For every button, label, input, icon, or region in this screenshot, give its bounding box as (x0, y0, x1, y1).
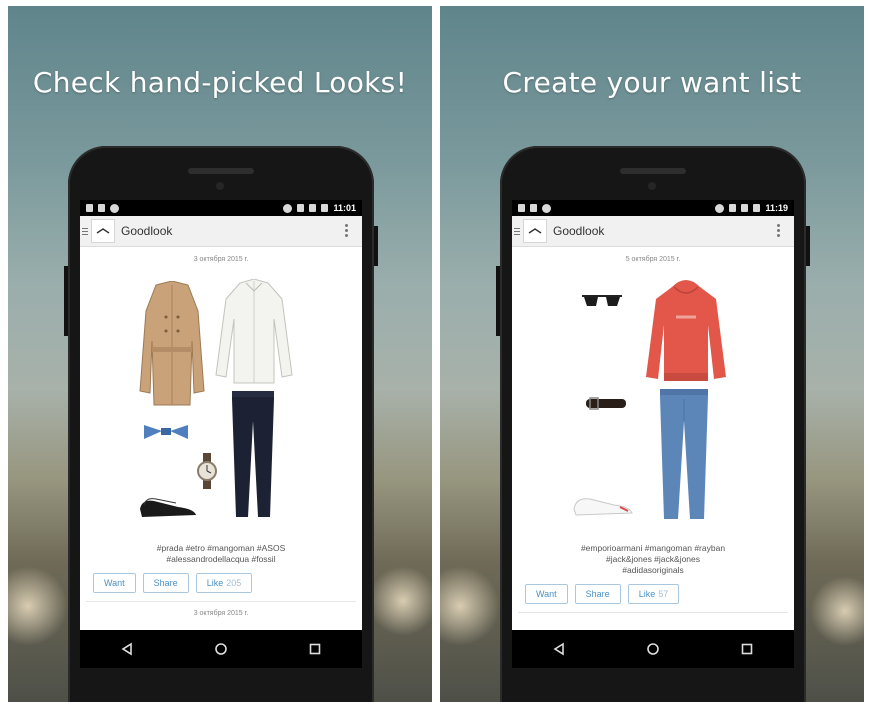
bow-tie-image (144, 425, 188, 439)
white-sneakers-image (573, 498, 633, 516)
phone-speaker (188, 168, 254, 174)
blue-jeans-image (660, 389, 708, 519)
phone-side-button (374, 226, 378, 266)
app-logo-icon[interactable] (91, 219, 115, 243)
dnd-icon (283, 203, 293, 213)
app-title: Goodlook (121, 224, 173, 238)
look-tags: #emporioarmani #mangoman #rayban #jack&j… (512, 543, 794, 576)
feed-divider (518, 612, 788, 613)
post-date: 5 октября 2015 г. (625, 256, 681, 263)
post-date: 3 октября 2015 г. (193, 256, 249, 263)
tags-line[interactable]: #emporioarmani #mangoman #rayban (524, 543, 782, 554)
sunglasses-image (582, 295, 622, 306)
phone-side-button (64, 266, 68, 336)
tags-line[interactable]: #adidasoriginals (524, 565, 782, 576)
app-title: Goodlook (553, 224, 605, 238)
share-button[interactable]: Share (574, 584, 621, 604)
overflow-menu-icon[interactable] (345, 224, 348, 237)
phone-frame: 11:19 Goodlook 5 октября 2015 г. #empori… (496, 146, 810, 702)
phone-screen: 11:01 Goodlook 3 октября 2015 г. #prada … (80, 200, 362, 630)
trench-coat-image (139, 281, 205, 406)
phone-camera (216, 182, 224, 190)
wifi-icon (297, 204, 305, 212)
wifi-icon (729, 204, 737, 212)
phone-notification-icon (98, 204, 105, 212)
drawer-menu-icon[interactable] (514, 227, 520, 235)
phone-screen: 11:19 Goodlook 5 октября 2015 г. #empori… (512, 200, 794, 630)
feed-divider (86, 601, 356, 602)
app-logo-icon[interactable] (523, 219, 547, 243)
like-button[interactable]: Like 205 (195, 573, 253, 593)
status-bar: 11:19 (512, 200, 794, 216)
tags-line[interactable]: #jack&jones #jack&jones (524, 554, 782, 565)
dnd-icon (715, 203, 725, 213)
tags-line[interactable]: #prada #etro #mangoman #ASOS (92, 543, 350, 554)
wrist-watch-image (197, 453, 217, 489)
bokeh-light (368, 566, 432, 636)
like-count: 205 (226, 578, 242, 588)
phone-frame: 11:01 Goodlook 3 октября 2015 г. #prada … (64, 146, 378, 702)
app-bar: Goodlook (512, 216, 794, 247)
like-count: 57 (658, 589, 669, 599)
triangle-back-icon[interactable] (120, 642, 134, 656)
circle-home-icon[interactable] (214, 642, 228, 656)
image-notification-icon (86, 204, 93, 212)
status-time: 11:01 (333, 203, 356, 213)
promo-panel-wantlist: Create your want list 11:19 Goodlook 5 о… (440, 6, 864, 702)
battery-icon (321, 204, 329, 212)
overflow-menu-icon[interactable] (777, 224, 780, 237)
drawer-menu-icon[interactable] (82, 227, 88, 235)
app-notification-icon (110, 203, 119, 213)
phone-notification-icon (530, 204, 537, 212)
tags-line[interactable]: #alessandrodellacqua #fossil (92, 554, 350, 565)
status-bar: 11:01 (80, 200, 362, 216)
like-button[interactable]: Like 57 (627, 584, 680, 604)
want-button[interactable]: Want (93, 573, 136, 593)
circle-home-icon[interactable] (646, 642, 660, 656)
panel-headline: Create your want list (502, 66, 802, 99)
phone-side-button (496, 266, 500, 336)
triangle-back-icon[interactable] (552, 642, 566, 656)
share-button[interactable]: Share (142, 573, 189, 593)
like-label: Like (638, 589, 656, 599)
look-tags: #prada #etro #mangoman #ASOS #alessandro… (80, 543, 362, 565)
system-nav-bar (80, 630, 362, 668)
like-label: Like (206, 578, 224, 588)
status-time: 11:19 (765, 203, 788, 213)
bokeh-light (810, 576, 864, 646)
signal-icon (741, 204, 749, 212)
square-recents-icon[interactable] (308, 642, 322, 656)
white-shirt-image (215, 279, 293, 384)
red-hoodie-image (646, 280, 726, 381)
battery-icon (753, 204, 761, 212)
next-post-date: 3 октября 2015 г. (193, 610, 249, 617)
system-nav-bar (512, 630, 794, 668)
phone-camera (648, 182, 656, 190)
leather-shoes-image (140, 498, 196, 517)
leather-belt-image (586, 397, 626, 410)
look-collage[interactable] (80, 263, 362, 543)
phone-side-button (806, 226, 810, 266)
want-button[interactable]: Want (525, 584, 568, 604)
dark-jeans-image (232, 391, 274, 517)
app-notification-icon (542, 203, 551, 213)
image-notification-icon (518, 204, 525, 212)
panel-headline: Check hand-picked Looks! (32, 66, 408, 99)
square-recents-icon[interactable] (740, 642, 754, 656)
bokeh-light (440, 566, 500, 646)
look-collage[interactable] (512, 263, 794, 543)
signal-icon (309, 204, 317, 212)
look-actions: Want Share Like 205 (80, 565, 362, 593)
phone-speaker (620, 168, 686, 174)
bokeh-light (8, 566, 68, 646)
look-actions: Want Share Like 57 (512, 576, 794, 604)
app-bar: Goodlook (80, 216, 362, 247)
promo-panel-looks: Check hand-picked Looks! 11:01 Goodlook … (8, 6, 432, 702)
